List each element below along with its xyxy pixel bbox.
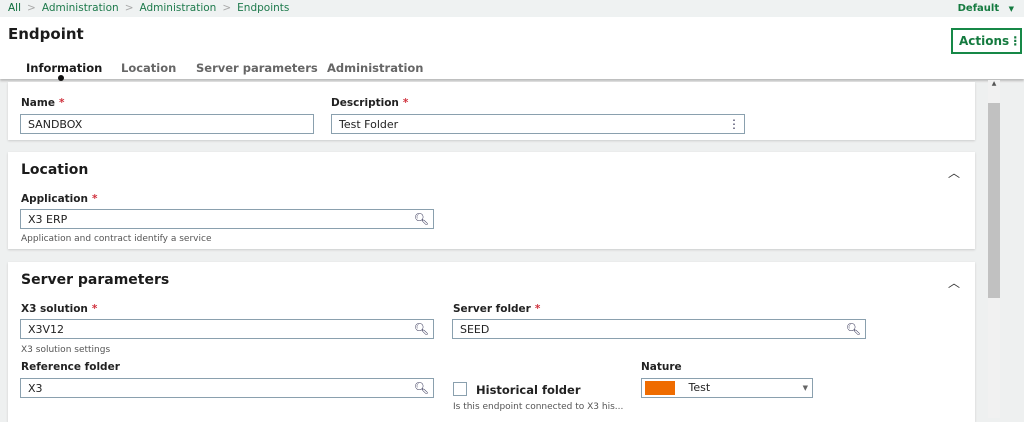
chevron-up-icon[interactable]: ︿ bbox=[948, 274, 960, 291]
more-vertical-icon[interactable]: ⋮ bbox=[728, 117, 740, 131]
description-label: Description * bbox=[331, 97, 409, 109]
name-input[interactable]: SANDBOX bbox=[20, 114, 314, 134]
more-vertical-icon: ⋮ bbox=[1009, 34, 1022, 48]
application-label: Application bbox=[21, 193, 88, 205]
search-icon[interactable]: 🔍︎ bbox=[414, 381, 429, 395]
application-input[interactable]: X3 ERP 🔍︎ bbox=[20, 209, 434, 229]
caret-down-icon: ▼ bbox=[802, 384, 808, 392]
page-header: Endpoint Actions ⋮ Information Location S… bbox=[0, 17, 1024, 81]
x3-solution-help: X3 solution settings bbox=[21, 345, 111, 355]
search-icon[interactable]: 🔍︎ bbox=[846, 322, 861, 336]
application-help: Application and contract identify a serv… bbox=[21, 234, 212, 244]
reference-folder-input[interactable]: X3 🔍︎ bbox=[20, 378, 434, 398]
location-card: Location ︿ Application * X3 ERP 🔍︎ Applica… bbox=[8, 152, 975, 249]
nature-label: Nature bbox=[641, 361, 682, 373]
actions-button[interactable]: Actions ⋮ bbox=[951, 28, 1022, 54]
historical-folder-checkbox[interactable] bbox=[453, 382, 467, 396]
caret-down-icon: ▼ bbox=[1008, 5, 1014, 13]
breadcrumb: All > Administration > Administration > Endpoi… bbox=[0, 0, 1024, 17]
breadcrumb-all[interactable]: All bbox=[8, 2, 21, 14]
description-input[interactable]: Test Folder ⋮ bbox=[331, 114, 745, 134]
information-card: Name * SANDBOX Description * Test Folder ⋮ bbox=[8, 82, 975, 140]
breadcrumb-administration[interactable]: Administration bbox=[42, 2, 119, 14]
name-label: Name * bbox=[21, 97, 65, 109]
nature-color-swatch bbox=[645, 381, 675, 395]
tab-server-parameters[interactable]: Server parameters bbox=[196, 61, 318, 75]
server-parameters-card: Server parameters ︿ X3 solution * X3V12 🔍︎… bbox=[8, 262, 975, 422]
page-title: Endpoint bbox=[8, 25, 84, 43]
scrollbar-thumb[interactable] bbox=[988, 103, 1000, 298]
breadcrumb-administration-2[interactable]: Administration bbox=[140, 2, 217, 14]
location-title: Location bbox=[21, 162, 89, 178]
search-icon[interactable]: 🔍︎ bbox=[414, 212, 429, 226]
chevron-up-icon[interactable]: ︿ bbox=[948, 164, 960, 181]
x3-solution-label: X3 solution bbox=[21, 303, 88, 315]
server-folder-input[interactable]: SEED 🔍︎ bbox=[452, 319, 866, 339]
reference-folder-label: Reference folder bbox=[21, 361, 120, 373]
breadcrumb-endpoints[interactable]: Endpoints bbox=[237, 2, 289, 14]
historical-folder-help: Is this endpoint connected to X3 his... bbox=[453, 402, 624, 412]
active-tab-indicator bbox=[58, 75, 64, 81]
tab-information[interactable]: Information bbox=[26, 61, 102, 75]
profile-selector[interactable]: Default ▼ bbox=[958, 3, 1014, 14]
actions-label: Actions bbox=[959, 34, 1010, 48]
search-icon[interactable]: 🔍︎ bbox=[414, 322, 429, 336]
server-parameters-title: Server parameters bbox=[21, 272, 170, 288]
nature-select[interactable]: Test ▼ bbox=[641, 378, 813, 398]
server-folder-label: Server folder bbox=[453, 303, 531, 315]
profile-label: Default bbox=[957, 3, 1000, 14]
historical-folder-label: Historical folder bbox=[476, 383, 581, 397]
tab-administration[interactable]: Administration bbox=[327, 61, 424, 75]
x3-solution-input[interactable]: X3V12 🔍︎ bbox=[20, 319, 434, 339]
tab-location[interactable]: Location bbox=[121, 61, 176, 75]
